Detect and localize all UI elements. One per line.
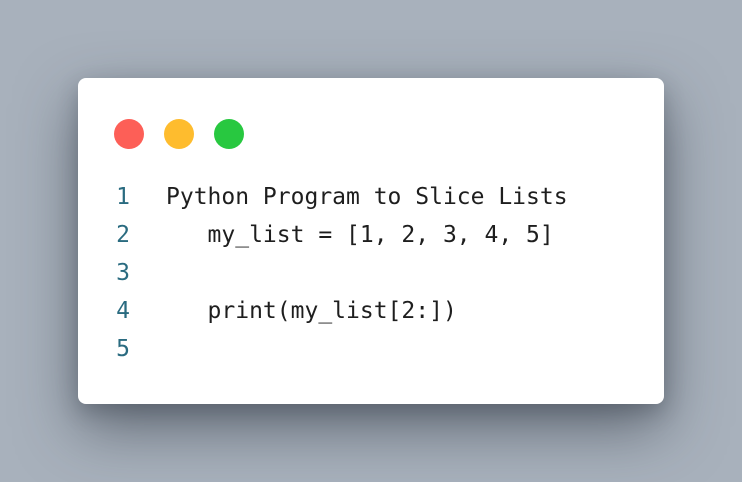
line-number: 2 — [116, 222, 130, 248]
line-number: 4 — [116, 298, 130, 324]
code-text: print(my_list[2:]) — [166, 298, 457, 324]
code-text: my_list = [1, 2, 3, 4, 5] — [166, 222, 554, 248]
code-line: 5 — [78, 330, 664, 368]
close-dot-icon[interactable] — [114, 119, 144, 149]
window-controls — [114, 119, 244, 149]
code-line: 1 Python Program to Slice Lists — [78, 178, 664, 216]
code-line: 3 — [78, 254, 664, 292]
line-number: 1 — [116, 184, 130, 210]
minimize-dot-icon[interactable] — [164, 119, 194, 149]
line-number: 5 — [116, 336, 130, 362]
code-text: Python Program to Slice Lists — [166, 184, 568, 210]
code-block: 1 Python Program to Slice Lists 2 my_lis… — [78, 178, 664, 368]
code-line: 2 my_list = [1, 2, 3, 4, 5] — [78, 216, 664, 254]
code-line: 4 print(my_list[2:]) — [78, 292, 664, 330]
maximize-dot-icon[interactable] — [214, 119, 244, 149]
line-number: 3 — [116, 260, 130, 286]
code-window: 1 Python Program to Slice Lists 2 my_lis… — [78, 78, 664, 404]
